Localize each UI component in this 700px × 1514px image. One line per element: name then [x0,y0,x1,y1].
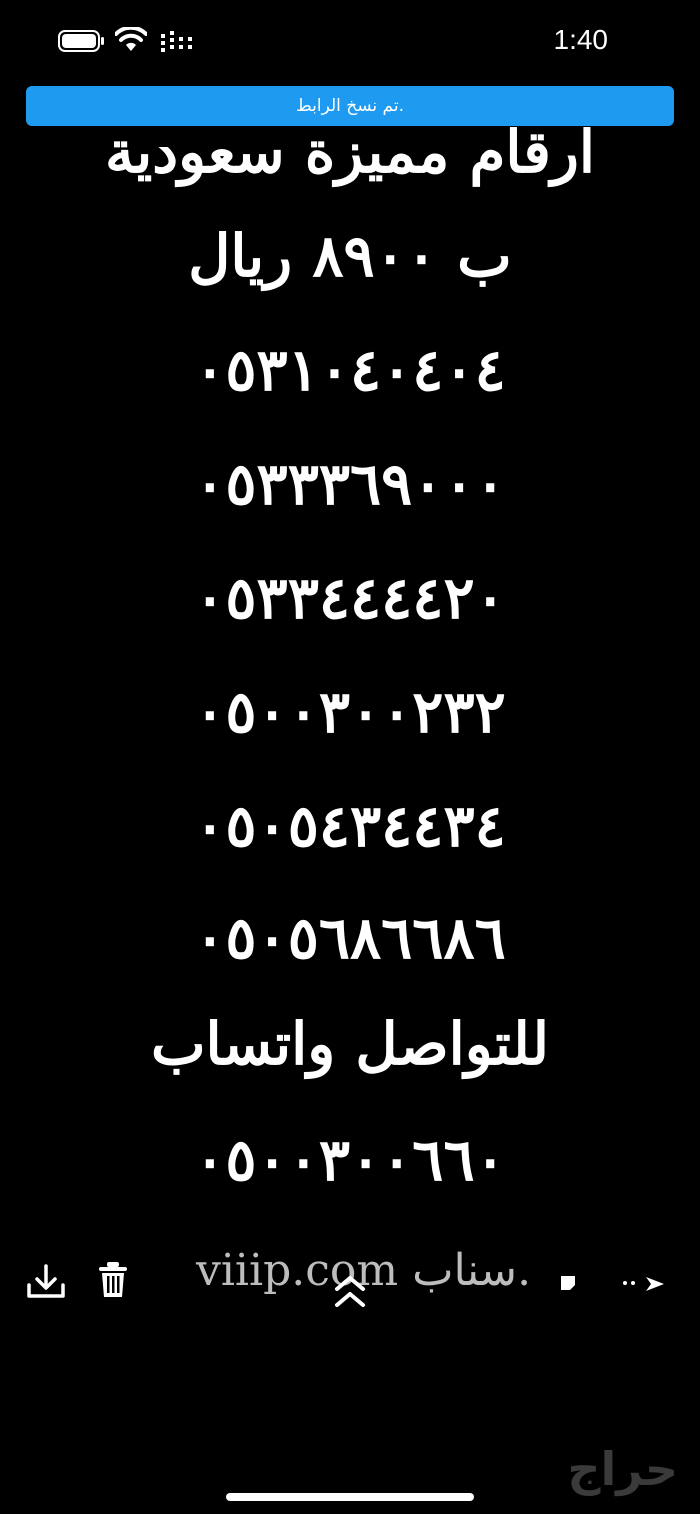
sticker-icon[interactable] [560,1275,576,1291]
trash-icon[interactable] [98,1261,128,1299]
phone-number-6: ٠٥٠٥٦٨٦٦٨٦ [194,904,506,972]
phone-number-2: ٠٥٣٣٣٦٩٠٠٠ [194,450,506,518]
cellular-signal-icon [161,31,192,52]
link-copied-toast: تم نسخ الرابط. [26,86,674,126]
status-time: 1:40 [553,24,609,55]
price-text: ب ٨٩٠٠ ريال [188,222,512,290]
download-icon[interactable] [26,1263,66,1301]
wifi-icon [115,27,147,51]
dots-icon [623,1281,635,1285]
chevron-up-icon[interactable] [334,1275,366,1311]
phone-number-5: ٠٥٠٥٤٣٤٤٣٤ [194,792,506,860]
headline-text: ارقام مميزة سعودية [105,118,595,186]
status-bar: 1:40 [0,0,700,80]
home-indicator[interactable] [226,1493,474,1501]
whatsapp-number: ٠٥٠٠٣٠٠٦٦٠ [194,1126,506,1194]
contact-whatsapp-text: للتواصل واتساب [150,1010,550,1078]
phone-number-1: ٠٥٣١٠٤٠٤٠٤ [194,336,506,404]
forward-icon[interactable] [644,1275,666,1293]
phone-number-3: ٠٥٣٣٤٤٤٤٢٠ [194,564,506,632]
haraj-watermark: حراج [567,1442,678,1496]
story-toolbar: viiip.com سناب. [0,1245,700,1315]
phone-number-4: ٠٥٠٠٣٠٠٢٣٢ [194,678,506,746]
battery-icon [58,30,104,52]
